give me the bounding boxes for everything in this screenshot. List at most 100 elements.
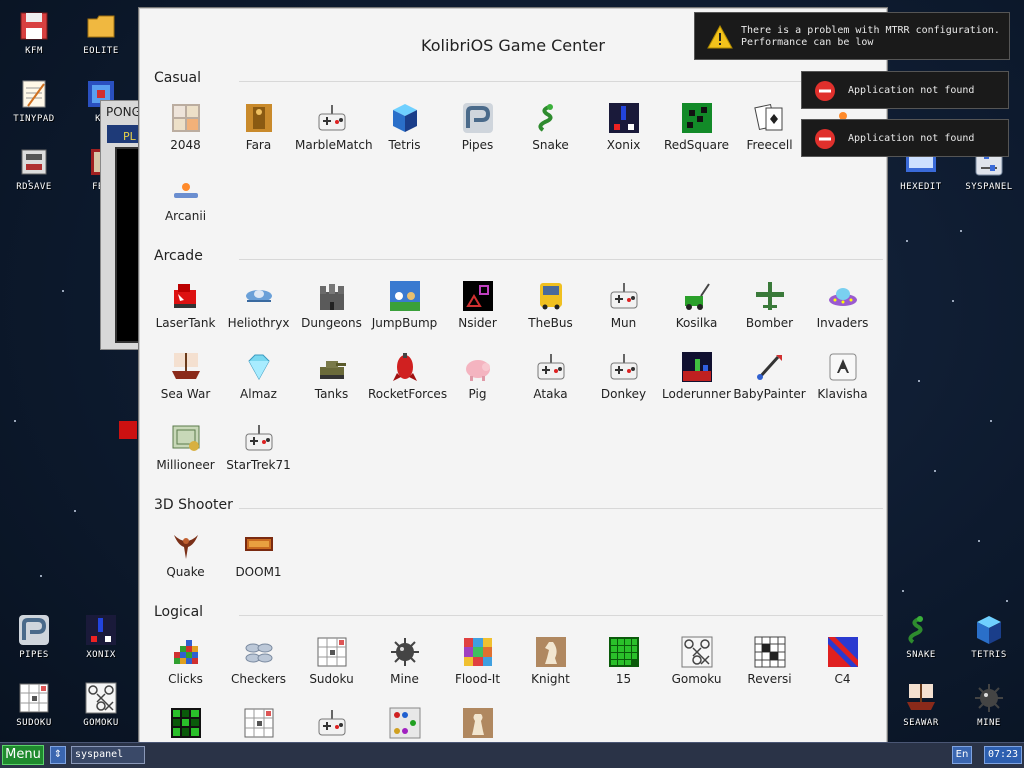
- game-tetris[interactable]: Tetris: [368, 92, 441, 163]
- desktop-icon-label: GOMOKU: [83, 718, 119, 728]
- game-startrek71[interactable]: StarTrek71: [222, 412, 295, 483]
- game-xonix[interactable]: Xonix: [587, 92, 660, 163]
- game-pig[interactable]: Pig: [441, 341, 514, 412]
- desktop-icon-label: XONIX: [86, 650, 116, 660]
- game-babypainter[interactable]: BabyPainter: [733, 341, 806, 412]
- tank-icon: [316, 351, 348, 383]
- menu-button[interactable]: Menu: [2, 745, 44, 765]
- error-icon: [815, 129, 835, 149]
- game-sudoku[interactable]: Sudoku: [295, 626, 368, 697]
- desktop-icon-label: SEAWAR: [903, 718, 939, 728]
- game-grid: LaserTank Heliothryx Dungeons JumpBump Nside…: [139, 270, 879, 483]
- game-label: Checkers: [230, 672, 287, 686]
- desktop-icon-xonix[interactable]: XONIX: [72, 614, 130, 660]
- game-loderunner[interactable]: Loderunner: [660, 341, 733, 412]
- section-casual: Casual 2048 Fara MarbleMatch Tetris Pipes Snak…: [139, 70, 887, 234]
- pharaoh-icon: [243, 102, 275, 134]
- desktop-icon-gomoku[interactable]: GOMOKU: [72, 682, 130, 728]
- game-reversi[interactable]: Reversi: [733, 626, 806, 697]
- game-label: 2048: [170, 138, 201, 152]
- game-jumpbump[interactable]: JumpBump: [368, 270, 441, 341]
- game-dungeons[interactable]: Dungeons: [295, 270, 368, 341]
- game-center-window[interactable]: KolibriOS Game Center Casual 2048 Fara Marb…: [138, 7, 888, 762]
- desktop-icon-snake[interactable]: SNAKE: [892, 614, 950, 660]
- game-label: Dungeons: [301, 316, 362, 330]
- section-arcade: Arcade LaserTank Heliothryx Dungeons JumpBum…: [139, 248, 887, 483]
- game-invaders[interactable]: Invaders: [806, 270, 879, 341]
- game-thebus[interactable]: TheBus: [514, 270, 587, 341]
- game-marblematch[interactable]: MarbleMatch: [295, 92, 373, 163]
- desktop-icon-kfm[interactable]: KFM: [5, 10, 63, 56]
- game-heliothryx[interactable]: Heliothryx: [222, 270, 295, 341]
- gamepad-icon: [316, 707, 348, 739]
- game-snake[interactable]: Snake: [514, 92, 587, 163]
- keyboard-language-button[interactable]: En: [952, 746, 972, 764]
- app-not-found-notification[interactable]: Application not found: [801, 119, 1009, 157]
- game-label: Flood-It: [454, 672, 501, 686]
- cards-icon: [753, 102, 786, 134]
- desktop-icon-rdsave[interactable]: RDSAVE: [5, 146, 63, 192]
- castle-icon: [316, 280, 348, 312]
- desktop-icon-pipes[interactable]: PIPES: [5, 614, 63, 660]
- pipes-icon: [18, 614, 50, 646]
- game-sea-war[interactable]: Sea War: [149, 341, 222, 412]
- game-klavisha[interactable]: Klavisha: [806, 341, 879, 412]
- taskbar: Menu ⇕ syspanel En 07:23: [0, 742, 1024, 768]
- sudoku-icon: [18, 682, 50, 714]
- taskbar-clock[interactable]: 07:23: [984, 746, 1022, 764]
- game-almaz[interactable]: Almaz: [222, 341, 295, 412]
- game-c4[interactable]: C4: [806, 626, 879, 697]
- desktop-icon-tinypad[interactable]: TINYPAD: [5, 78, 63, 124]
- keyboard-key-icon: [827, 351, 859, 383]
- warning-icon: [707, 25, 733, 49]
- game-label: Donkey: [600, 387, 647, 401]
- game-rocketforces[interactable]: RocketForces: [368, 341, 447, 412]
- game-grid: 2048 Fara MarbleMatch Tetris Pipes Snake Xonix…: [139, 92, 879, 234]
- ufo-icon: [827, 280, 859, 312]
- game-quake[interactable]: Quake: [149, 519, 222, 590]
- pong-window-title: PONG: [106, 105, 141, 119]
- section-3d-shooter: 3D Shooter Quake DOOM1: [139, 497, 887, 590]
- game-donkey[interactable]: Donkey: [587, 341, 660, 412]
- game-label: LaserTank: [155, 316, 216, 330]
- app-not-found-notification[interactable]: Application not found: [801, 71, 1009, 109]
- ram-disk-save-icon: [18, 146, 50, 178]
- taskbar-task-syspanel[interactable]: syspanel: [71, 746, 145, 764]
- game-arcanii[interactable]: Arcanii: [149, 163, 222, 234]
- game-freecell[interactable]: Freecell: [733, 92, 806, 163]
- window-switch-button[interactable]: ⇕: [50, 746, 66, 764]
- game-kosilka[interactable]: Kosilka: [660, 270, 733, 341]
- game-redsquare[interactable]: RedSquare: [660, 92, 733, 163]
- mtrr-warning-notification[interactable]: There is a problem with MTRR configurati…: [694, 12, 1010, 60]
- game-fara[interactable]: Fara: [222, 92, 295, 163]
- snake-icon: [535, 102, 567, 134]
- game-lasertank[interactable]: LaserTank: [149, 270, 222, 341]
- game-clicks[interactable]: Clicks: [149, 626, 222, 697]
- game-2048[interactable]: 2048: [149, 92, 222, 163]
- desktop-icon-eolite[interactable]: EOLITE: [72, 10, 130, 56]
- flood-it-icon: [462, 636, 494, 668]
- game-tanks[interactable]: Tanks: [295, 341, 368, 412]
- desktop-icon-tetris[interactable]: TETRIS: [960, 614, 1018, 660]
- game-knight[interactable]: Knight: [514, 626, 587, 697]
- desktop-icon-sudoku[interactable]: SUDOKU: [5, 682, 63, 728]
- game-ataka[interactable]: Ataka: [514, 341, 587, 412]
- game-flood-it[interactable]: Flood-It: [441, 626, 514, 697]
- folder-icon: [85, 10, 117, 42]
- game-mun[interactable]: Mun: [587, 270, 660, 341]
- game-nsider[interactable]: Nsider: [441, 270, 514, 341]
- game-doom1[interactable]: DOOM1: [222, 519, 295, 590]
- game-pipes[interactable]: Pipes: [441, 92, 514, 163]
- laser-tank-icon: [170, 280, 202, 312]
- game-gomoku[interactable]: Gomoku: [660, 626, 733, 697]
- desktop-icon-label: MINE: [977, 718, 1001, 728]
- game-bomber[interactable]: Bomber: [733, 270, 806, 341]
- desktop-icon-mine[interactable]: MINE: [960, 682, 1018, 728]
- game-checkers[interactable]: Checkers: [222, 626, 295, 697]
- section-header: Logical: [139, 604, 887, 626]
- desktop-icon-seawar[interactable]: SEAWAR: [892, 682, 950, 728]
- game-15[interactable]: 15: [587, 626, 660, 697]
- game-millioneer[interactable]: Millioneer: [149, 412, 222, 483]
- nsider-icon: [462, 280, 494, 312]
- game-mine[interactable]: Mine: [368, 626, 441, 697]
